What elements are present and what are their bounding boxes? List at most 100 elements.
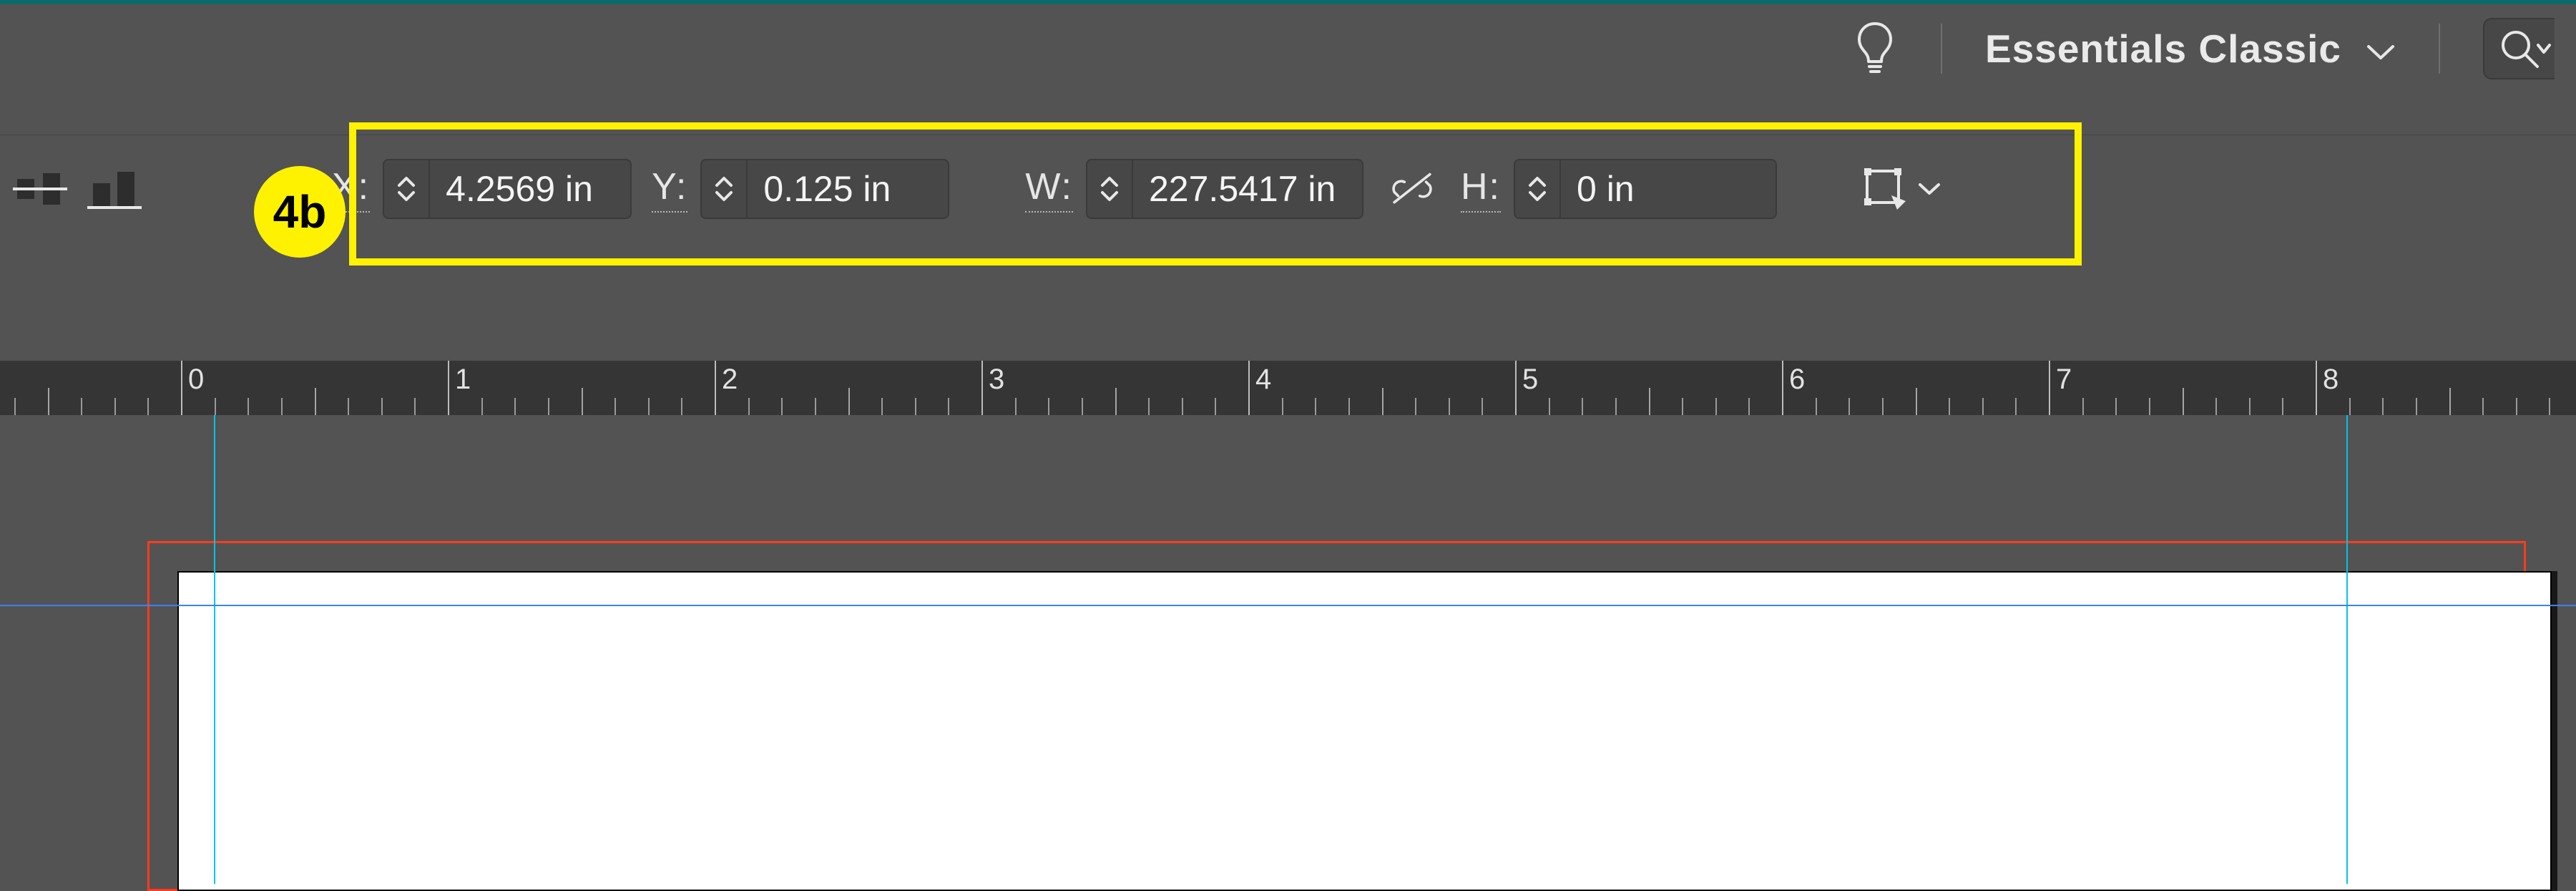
- x-field-group: X:: [332, 159, 632, 219]
- options-bar: X: Y: W:: [0, 135, 2576, 242]
- ruler-tick-minor: [848, 388, 850, 415]
- ruler-tick-minor: [315, 388, 316, 415]
- ruler-tick-minor: [681, 398, 682, 415]
- ruler-number: 7: [2056, 364, 2072, 396]
- horizontal-guide[interactable]: [0, 605, 2576, 606]
- y-label: Y:: [652, 165, 687, 213]
- bounding-box-icon[interactable]: [1860, 164, 1941, 214]
- ruler-tick-minor: [2449, 388, 2451, 415]
- workspace-switcher[interactable]: Essentials Classic: [1985, 26, 2396, 72]
- ruler-tick-minor: [1148, 398, 1150, 415]
- unlink-constrain-icon[interactable]: [1389, 166, 1435, 212]
- divider: [2439, 24, 2440, 74]
- ruler-tick-minor: [1048, 398, 1049, 415]
- ruler-tick-minor: [881, 398, 883, 415]
- w-stepper[interactable]: [1086, 159, 1363, 219]
- align-bottom-icon[interactable]: [87, 162, 142, 216]
- ruler-tick-minor: [2215, 398, 2217, 415]
- ruler-tick-minor: [2183, 388, 2184, 415]
- ruler-tick-minor: [1949, 398, 1950, 415]
- y-input[interactable]: [748, 160, 948, 218]
- ruler-tick-minor: [48, 388, 49, 415]
- ruler-tick-major: [1782, 361, 1783, 415]
- ruler-tick-minor: [2549, 398, 2550, 415]
- ruler-tick-minor: [1615, 398, 1617, 415]
- ruler-tick-minor: [1748, 398, 1750, 415]
- ruler-tick-minor: [1382, 388, 1384, 415]
- ruler-tick-minor: [81, 398, 82, 415]
- ruler-tick-minor: [2349, 398, 2351, 415]
- ruler-tick-minor: [2382, 398, 2384, 415]
- ruler-tick-minor: [548, 398, 549, 415]
- ruler-tick-minor: [348, 398, 349, 415]
- ruler-number: 6: [1789, 364, 1805, 396]
- ruler-tick-minor: [1282, 398, 1283, 415]
- ruler-tick-minor: [1082, 398, 1083, 415]
- ruler-tick-minor: [1682, 398, 1683, 415]
- ruler-tick-minor: [2149, 398, 2150, 415]
- chevron-down-icon: [2366, 26, 2396, 72]
- ruler-tick-minor: [281, 398, 283, 415]
- workspace-label: Essentials Classic: [1985, 26, 2341, 72]
- x-input[interactable]: [430, 160, 630, 218]
- vertical-guide[interactable]: [2346, 415, 2348, 884]
- stepper-arrows[interactable]: [702, 160, 748, 218]
- ruler-tick-minor: [1882, 398, 1884, 415]
- ruler-number: 1: [455, 364, 471, 396]
- ruler-tick-minor: [1715, 398, 1717, 415]
- h-label: H:: [1461, 165, 1501, 213]
- ruler-tick-minor: [215, 398, 216, 415]
- ruler-tick-minor: [2282, 398, 2283, 415]
- ruler-tick-minor: [2249, 398, 2251, 415]
- ruler-tick-minor: [1348, 398, 1350, 415]
- document-canvas[interactable]: [0, 415, 2576, 884]
- ruler-tick-minor: [2516, 398, 2517, 415]
- ruler-tick-minor: [1115, 388, 1117, 415]
- page[interactable]: [177, 571, 2552, 891]
- ruler-tick-major: [1248, 361, 1250, 415]
- ruler-tick-minor: [1182, 398, 1183, 415]
- w-label: W:: [1025, 165, 1073, 213]
- h-input[interactable]: [1561, 160, 1776, 218]
- ruler-tick-minor: [1848, 398, 1850, 415]
- tips-icon[interactable]: [1852, 19, 1898, 79]
- ruler-tick-minor: [1215, 398, 1216, 415]
- ruler-tick-minor: [1549, 398, 1550, 415]
- stepper-arrows[interactable]: [1087, 160, 1133, 218]
- h-field-group: H:: [1461, 159, 1777, 219]
- horizontal-ruler[interactable]: 0123456789: [0, 361, 2576, 415]
- ruler-tick-minor: [1582, 398, 1583, 415]
- stepper-arrows[interactable]: [384, 160, 430, 218]
- ruler-tick-minor: [915, 398, 916, 415]
- application-topbar: Essentials Classic: [0, 0, 2576, 93]
- ruler-number: 0: [188, 364, 204, 396]
- vertical-guide[interactable]: [214, 415, 215, 884]
- search-button[interactable]: [2483, 18, 2555, 79]
- ruler-tick-minor: [582, 388, 583, 415]
- align-horizontal-center-icon[interactable]: [13, 162, 67, 216]
- ruler-tick-minor: [414, 398, 416, 415]
- ruler-tick-major: [1515, 361, 1517, 415]
- ruler-tick-minor: [1015, 398, 1017, 415]
- y-stepper[interactable]: [700, 159, 949, 219]
- ruler-tick-minor: [1982, 398, 1984, 415]
- ruler-number: 3: [989, 364, 1004, 396]
- w-input[interactable]: [1133, 160, 1362, 218]
- ruler-tick-major: [2316, 361, 2317, 415]
- ruler-tick-minor: [614, 398, 616, 415]
- ruler-number: 5: [1522, 364, 1538, 396]
- ruler-number: 2: [722, 364, 738, 396]
- ruler-tick-minor: [748, 398, 750, 415]
- ruler-tick-minor: [781, 398, 783, 415]
- ruler-tick-minor: [14, 398, 16, 415]
- y-field-group: Y:: [652, 159, 949, 219]
- h-stepper[interactable]: [1514, 159, 1777, 219]
- stepper-arrows[interactable]: [1515, 160, 1561, 218]
- ruler-tick-minor: [2482, 398, 2484, 415]
- ruler-number: 8: [2323, 364, 2339, 396]
- ruler-tick-major: [981, 361, 983, 415]
- ruler-tick-major: [181, 361, 182, 415]
- ruler-tick-minor: [481, 398, 483, 415]
- x-stepper[interactable]: [383, 159, 632, 219]
- annotation-callout: 4b: [254, 166, 346, 258]
